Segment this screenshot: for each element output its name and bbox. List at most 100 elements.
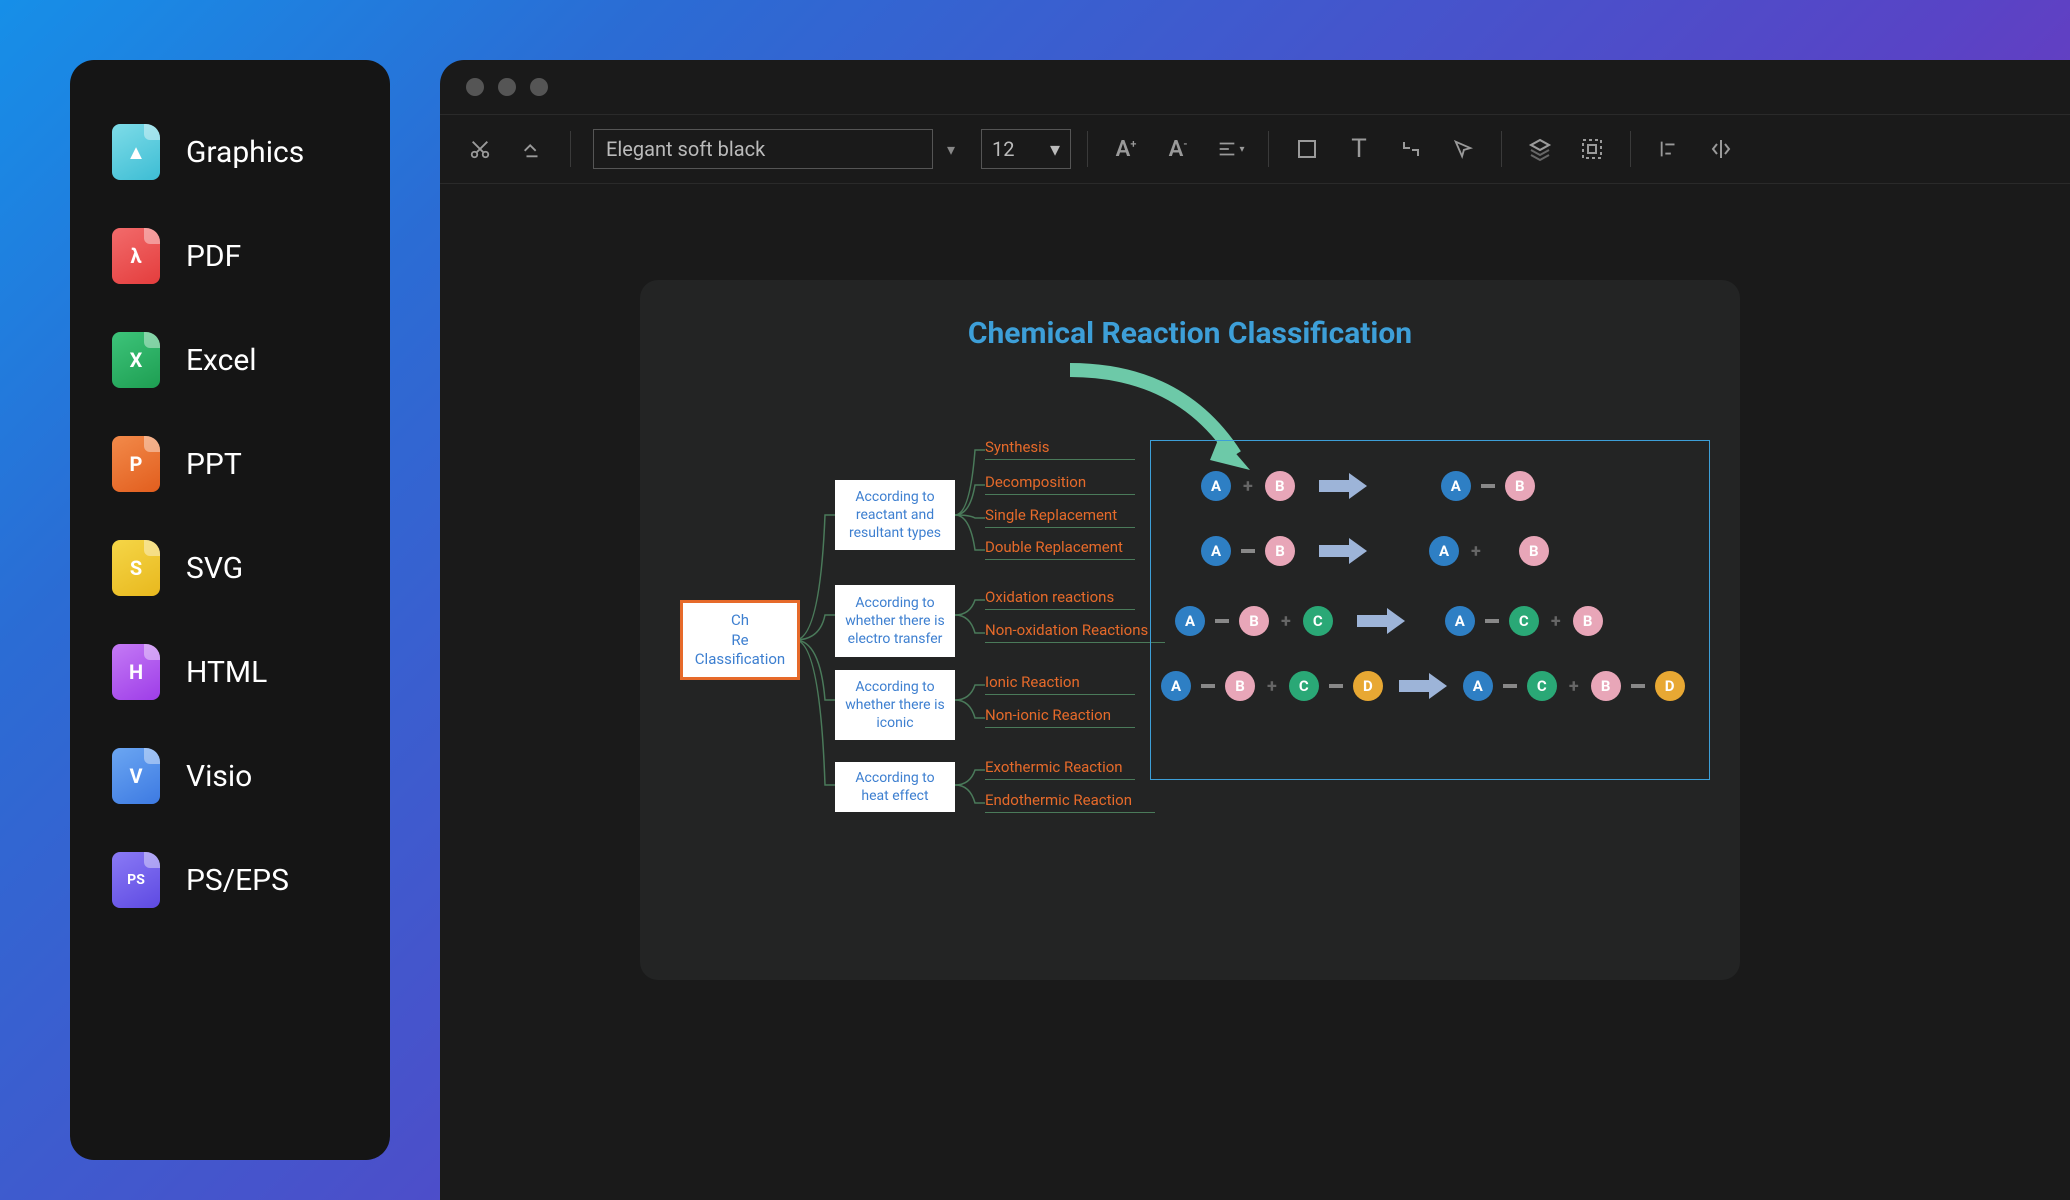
window-close-icon[interactable] (466, 78, 484, 96)
molecule-b: B (1573, 606, 1603, 636)
rectangle-tool-button[interactable] (1285, 127, 1329, 171)
cut-button[interactable] (458, 127, 502, 171)
layers-button[interactable] (1518, 127, 1562, 171)
sidebar-item-label: Visio (186, 759, 252, 794)
bond-icon (1241, 549, 1255, 553)
molecule-d: D (1353, 671, 1383, 701)
molecule-b: B (1239, 606, 1269, 636)
text-tool-button[interactable]: T (1337, 127, 1381, 171)
sidebar-item-label: SVG (186, 551, 243, 586)
mindmap-leaf[interactable]: Oxidation reactions (985, 588, 1135, 610)
sidebar-item-html[interactable]: HHTML (98, 620, 362, 724)
reaction-row: A B A + B (1201, 536, 1549, 566)
molecule-c: C (1289, 671, 1319, 701)
mindmap-branch-node[interactable]: According to whether there is iconic (835, 670, 955, 740)
molecule-b: B (1591, 671, 1621, 701)
molecule-a: A (1429, 536, 1459, 566)
diagram-title: Chemical Reaction Classification (660, 316, 1720, 351)
graphics-icon: ▲ (110, 122, 162, 182)
reaction-arrow-icon (1399, 673, 1447, 699)
sidebar-item-ppt[interactable]: P PPT (98, 412, 362, 516)
pdf-icon: λ (110, 226, 162, 286)
molecule-a: A (1175, 606, 1205, 636)
excel-icon: X (110, 330, 162, 390)
plus-icon: + (1281, 611, 1291, 632)
window-maximize-icon[interactable] (530, 78, 548, 96)
molecule-b: B (1519, 536, 1549, 566)
molecule-a: A (1201, 471, 1231, 501)
molecule-b: B (1505, 471, 1535, 501)
bond-icon (1201, 684, 1215, 688)
molecule-b: B (1225, 671, 1255, 701)
decrease-font-button[interactable]: A- (1156, 127, 1200, 171)
molecule-a: A (1201, 536, 1231, 566)
align-objects-button[interactable] (1647, 127, 1691, 171)
reaction-arrow-icon (1319, 538, 1367, 564)
group-button[interactable] (1570, 127, 1614, 171)
molecule-c: C (1527, 671, 1557, 701)
mindmap-branch-node[interactable]: According to reactant and resultant type… (835, 480, 955, 550)
bond-icon (1631, 684, 1645, 688)
html-icon: H (110, 642, 162, 702)
sidebar-item-graphics[interactable]: ▲ Graphics (98, 100, 362, 204)
titlebar (440, 60, 2070, 114)
export-sidebar: ▲ Graphics λPDF X Excel P PPT S SVG HHTML V Visio PS… (70, 60, 390, 1160)
font-family-select[interactable]: Elegant soft black (593, 129, 933, 169)
sidebar-item-label: Graphics (186, 135, 304, 170)
plus-icon: + (1267, 676, 1277, 697)
bond-icon (1481, 484, 1495, 488)
mindmap-leaf[interactable]: Non-oxidation Reactions (985, 621, 1165, 643)
mindmap-leaf[interactable]: Ionic Reaction (985, 673, 1135, 695)
plus-icon: + (1551, 611, 1561, 632)
plus-icon: + (1243, 476, 1253, 497)
sidebar-item-label: PPT (186, 447, 242, 482)
mindmap-branch-node[interactable]: According to heat effect (835, 762, 955, 812)
sidebar-item-pseps[interactable]: PS PS/EPS (98, 828, 362, 932)
font-size-select[interactable]: 12▾ (981, 129, 1071, 169)
molecule-c: C (1509, 606, 1539, 636)
dropdown-caret-icon[interactable]: ▾ (947, 140, 955, 159)
mindmap-branch-node[interactable]: According to whether there is electro tr… (835, 585, 955, 657)
mindmap-leaf[interactable]: Double Replacement (985, 538, 1135, 560)
mindmap-leaf[interactable]: Non-ionic Reaction (985, 706, 1135, 728)
increase-font-button[interactable]: A+ (1104, 127, 1148, 171)
sidebar-item-visio[interactable]: V Visio (98, 724, 362, 828)
bond-icon (1329, 684, 1343, 688)
mindmap-leaf[interactable]: Exothermic Reaction (985, 758, 1135, 780)
mindmap-leaf[interactable]: Endothermic Reaction (985, 791, 1155, 813)
plus-icon: + (1471, 541, 1481, 562)
sidebar-item-svg[interactable]: S SVG (98, 516, 362, 620)
svg-icon: S (110, 538, 162, 598)
reaction-row: A + B A B (1201, 471, 1535, 501)
ppt-icon: P (110, 434, 162, 494)
editor-window: Elegant soft black ▾ 12▾ A+ A- ▾ T Chemi… (440, 60, 2070, 1200)
flip-button[interactable] (1699, 127, 1743, 171)
reaction-illustration-panel[interactable]: A + B A B A B A + B A (1150, 440, 1710, 780)
molecule-a: A (1441, 471, 1471, 501)
molecule-a: A (1463, 671, 1493, 701)
molecule-d: D (1655, 671, 1685, 701)
molecule-a: A (1445, 606, 1475, 636)
format-painter-button[interactable] (510, 127, 554, 171)
molecule-c: C (1303, 606, 1333, 636)
molecule-a: A (1161, 671, 1191, 701)
mindmap-leaf[interactable]: Single Replacement (985, 506, 1135, 528)
plus-icon: + (1569, 676, 1579, 697)
bond-icon (1503, 684, 1517, 688)
reaction-row: A B + C D A C + B D (1161, 671, 1685, 701)
sidebar-item-pdf[interactable]: λPDF (98, 204, 362, 308)
molecule-b: B (1265, 471, 1295, 501)
connector-tool-button[interactable] (1389, 127, 1433, 171)
reaction-row: A B + C A C + B (1175, 606, 1603, 636)
diagram-canvas[interactable]: Chemical Reaction Classification ChReCla… (640, 280, 1740, 980)
pseps-icon: PS (110, 850, 162, 910)
window-minimize-icon[interactable] (498, 78, 516, 96)
pointer-tool-button[interactable] (1441, 127, 1485, 171)
align-button[interactable]: ▾ (1208, 127, 1252, 171)
visio-icon: V (110, 746, 162, 806)
sidebar-item-label: Excel (186, 343, 257, 378)
sidebar-item-label: PS/EPS (186, 863, 289, 898)
reaction-arrow-icon (1357, 608, 1405, 634)
sidebar-item-excel[interactable]: X Excel (98, 308, 362, 412)
mindmap-root-node[interactable]: ChReClassification (680, 600, 800, 680)
